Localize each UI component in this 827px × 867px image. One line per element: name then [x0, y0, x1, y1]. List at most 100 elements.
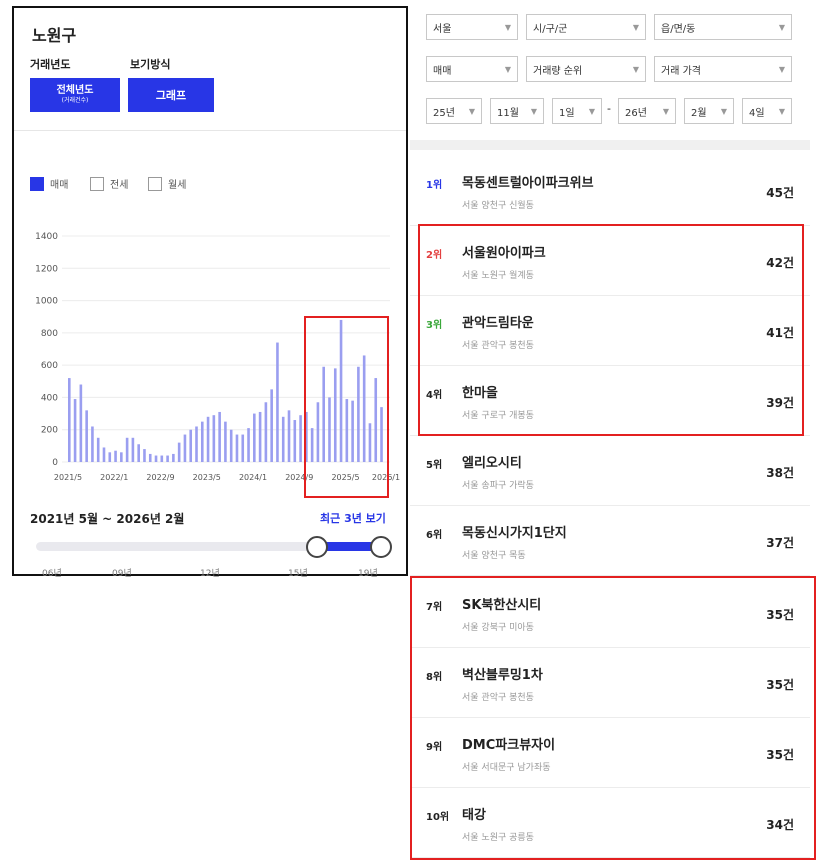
dropdown-sort-value: 거래량 순위: [533, 65, 583, 77]
dropdown-end-year[interactable]: 26년 ▼: [618, 98, 676, 124]
ranking-item[interactable]: 5위 엘리오시티 서울 송파구 가락동 38건: [410, 436, 810, 506]
slider-tick: 12년: [200, 569, 220, 579]
chart-bar: [148, 453, 152, 462]
y-tick-label: 0: [52, 458, 58, 468]
legend-monthly[interactable]: 월세: [148, 176, 186, 191]
all-years-button[interactable]: 전체년도 (거래건수): [30, 78, 120, 112]
chart-bar: [276, 342, 279, 462]
slider-tick: 09년: [112, 569, 132, 579]
chart-bar: [125, 437, 129, 462]
chart-bar: [218, 411, 221, 462]
y-tick-label: 200: [41, 426, 58, 436]
y-tick-label: 1400: [35, 232, 58, 242]
chart-bar: [96, 437, 100, 462]
dropdown-start-month-value: 11월: [497, 107, 519, 119]
complex-location: 서울 양천구 신월동: [462, 201, 534, 211]
checkbox-jeonse[interactable]: [90, 176, 104, 191]
checkbox-sale[interactable]: [30, 176, 44, 191]
dropdown-price[interactable]: 거래 가격 ▼: [654, 56, 792, 82]
chart-bar: [247, 428, 250, 462]
chevron-down-icon: ▼: [468, 106, 475, 116]
chart-bar: [120, 452, 123, 462]
dropdown-end-day[interactable]: 4일 ▼: [742, 98, 792, 124]
chevron-down-icon: ▼: [588, 106, 595, 116]
y-tick-label: 1200: [35, 264, 58, 274]
ranking-item[interactable]: 6위 목동신시가지1단지 서울 양천구 목동 37건: [410, 506, 810, 576]
chart-bar: [293, 420, 297, 462]
view-mode-label: 보기방식: [130, 58, 171, 71]
slider-start-handle[interactable]: [306, 536, 328, 558]
chart-bar: [85, 410, 88, 462]
chart-bar: [195, 426, 198, 462]
legend-monthly-label: 월세: [168, 180, 187, 191]
dropdown-end-month[interactable]: 2월 ▼: [684, 98, 734, 124]
chart-bar: [108, 452, 112, 462]
dropdown-town-value: 읍/면/동: [661, 23, 696, 35]
dropdown-trade-type-value: 매매: [433, 65, 452, 77]
chart-bar: [79, 384, 83, 462]
chart-bar: [154, 455, 158, 462]
dropdown-city[interactable]: 서울 ▼: [426, 14, 518, 40]
all-years-button-sublabel: (거래건수): [61, 97, 89, 104]
slider-end-handle[interactable]: [370, 536, 392, 558]
rank-label: 1위: [426, 180, 443, 191]
ranking-highlight-box-bottom: [410, 576, 816, 860]
chevron-down-icon: ▼: [778, 106, 785, 116]
chevron-down-icon: ▼: [530, 106, 537, 116]
dropdown-start-year[interactable]: 25년 ▼: [426, 98, 482, 124]
chart-bar: [143, 449, 146, 462]
all-years-button-label: 전체년도: [56, 85, 94, 96]
chart-bar: [73, 399, 77, 462]
chart-bar: [212, 415, 216, 462]
rank-label: 5위: [426, 460, 443, 471]
legend-jeonse[interactable]: 전세: [90, 176, 128, 191]
chevron-down-icon: ▼: [632, 22, 639, 32]
dropdown-price-value: 거래 가격: [661, 65, 701, 77]
y-tick-label: 1000: [35, 297, 58, 307]
dropdown-start-year-value: 25년: [433, 107, 455, 119]
chart-bar: [189, 429, 193, 462]
checkbox-monthly[interactable]: [148, 176, 162, 191]
dropdown-start-month[interactable]: 11월 ▼: [490, 98, 544, 124]
filter-divider: [410, 140, 810, 150]
dropdown-city-value: 서울: [433, 23, 452, 35]
y-tick-label: 800: [41, 329, 58, 339]
complex-name: 엘리오시티: [462, 456, 522, 471]
recent-3-years-link[interactable]: 최근 3년 보기: [320, 510, 386, 526]
trade-count: 38건: [766, 466, 794, 480]
chart-bar: [160, 455, 164, 462]
chevron-down-icon: ▼: [778, 64, 785, 74]
legend-sale[interactable]: 매매: [30, 176, 68, 191]
chart-bar: [287, 410, 291, 462]
chart-bar: [183, 434, 187, 462]
ranking-highlight-box-top: [418, 224, 804, 436]
x-tick-label: 2022/1: [100, 473, 128, 482]
graph-view-button[interactable]: 그래프: [128, 78, 214, 112]
y-tick-label: 400: [41, 393, 58, 403]
chart-bar: [270, 389, 273, 462]
dropdown-town[interactable]: 읍/면/동 ▼: [654, 14, 792, 40]
chart-bar: [200, 421, 204, 462]
x-tick-label: 2024/1: [239, 473, 267, 482]
chart-bar: [235, 434, 239, 462]
chart-bar: [258, 411, 262, 462]
date-range-separator: -: [607, 102, 611, 115]
complex-name: 목동신시가지1단지: [462, 526, 567, 541]
dropdown-trade-type[interactable]: 매매 ▼: [426, 56, 518, 82]
legend-jeonse-label: 전세: [110, 180, 129, 191]
complex-location: 서울 송파구 가락동: [462, 481, 534, 491]
trade-count: 45건: [766, 186, 794, 200]
y-tick-label: 600: [41, 361, 58, 371]
chart-bar: [102, 447, 106, 462]
chevron-down-icon: ▼: [662, 106, 669, 116]
x-tick-label: 2021/5: [54, 473, 82, 482]
dropdown-start-day[interactable]: 1일 ▼: [552, 98, 602, 124]
chart-bar: [299, 415, 302, 462]
chart-bar: [253, 413, 256, 462]
complex-location: 서울 양천구 목동: [462, 551, 526, 561]
ranking-item[interactable]: 1위 목동센트럴아이파크위브 서울 양천구 신월동 45건: [410, 156, 810, 226]
chart-bar: [114, 450, 117, 462]
chart-bar: [91, 426, 94, 462]
dropdown-sort[interactable]: 거래량 순위 ▼: [526, 56, 646, 82]
dropdown-district[interactable]: 시/구/군 ▼: [526, 14, 646, 40]
